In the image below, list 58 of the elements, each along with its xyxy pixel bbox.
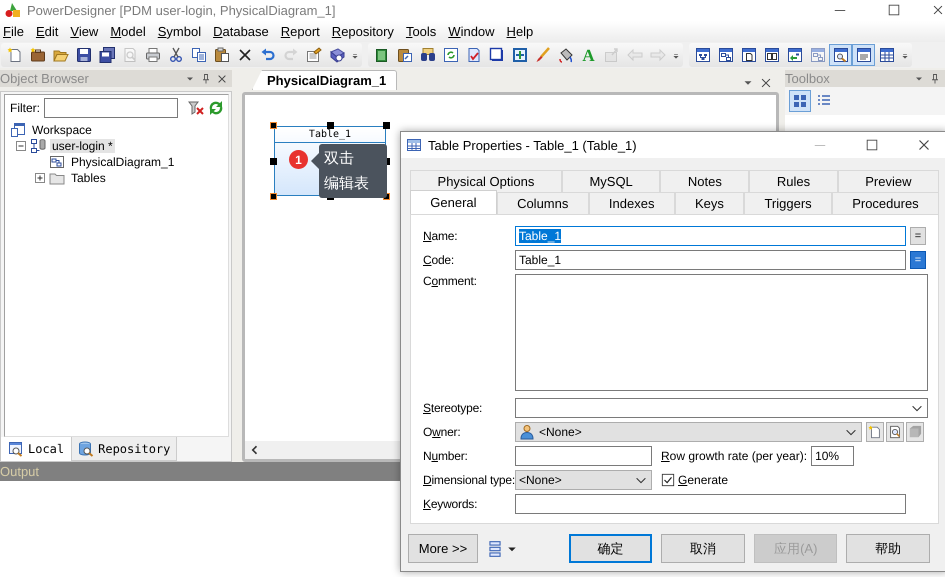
menu-item[interactable]: View	[67, 24, 104, 38]
menu-item[interactable]: Repository	[328, 24, 400, 38]
dialog-tab[interactable]: Keys	[674, 192, 744, 214]
dialog-tab[interactable]: Rules	[749, 170, 838, 192]
field-label: Name:	[423, 229, 458, 243]
field-label: Owner:	[423, 425, 462, 439]
menu-item[interactable]: Database	[210, 24, 275, 38]
dialog-tab[interactable]: Preview	[838, 170, 940, 192]
menu-item[interactable]: Report	[278, 24, 326, 38]
field-label: Dimensional type:	[423, 473, 515, 487]
tree-item[interactable]: Tables	[69, 171, 108, 185]
dialog-tab[interactable]: Triggers	[744, 192, 832, 214]
dialog-tab[interactable]: Indexes	[588, 192, 675, 214]
sync-button[interactable]: =	[910, 227, 926, 245]
dialog-button[interactable]: 帮助	[846, 534, 930, 563]
dialog-tab[interactable]: General	[410, 190, 497, 214]
menu-item[interactable]: Help	[504, 24, 540, 38]
checkbox-label[interactable]: Generate	[678, 473, 728, 487]
more-button[interactable]: More >>	[408, 534, 478, 563]
menu-item[interactable]: Symbol	[154, 24, 208, 38]
tree-item[interactable]: PhysicalDiagram_1	[69, 155, 176, 169]
filter-label: Filter:	[10, 101, 40, 115]
panel-tab[interactable]: Local	[1, 437, 72, 461]
text-field[interactable]: Table_1	[515, 226, 906, 246]
field-label: Row growth rate (per year):	[661, 449, 808, 463]
field-label: Stereotype:	[423, 401, 484, 415]
dialog-tab[interactable]: Notes	[660, 170, 750, 192]
window-title: PowerDesigner [PDM user-login, PhysicalDiagram_1]	[27, 2, 336, 18]
tree-item[interactable]: user-login *	[50, 139, 115, 153]
growth-rate-field[interactable]: 10%	[811, 446, 854, 466]
diagram-tab[interactable]: PhysicalDiagram_1	[252, 70, 398, 90]
panel-title: Output	[0, 464, 40, 479]
field-label: Code:	[423, 253, 456, 267]
dialog-button[interactable]: 取消	[661, 534, 745, 563]
menu-item[interactable]: Edit	[32, 24, 64, 38]
sync-button[interactable]: =	[910, 251, 926, 269]
dropdown[interactable]: <None>	[515, 470, 652, 490]
tooltip-text: 编辑表	[324, 174, 369, 194]
dropdown[interactable]: <None>	[515, 422, 862, 442]
dialog-tab[interactable]: Procedures	[832, 192, 939, 214]
dialog-button[interactable]: 确定	[568, 534, 652, 563]
tooltip-text: 双击	[324, 149, 354, 169]
menu-item[interactable]: File	[0, 24, 30, 38]
panel-title: Toolbox	[785, 71, 831, 86]
panel-tab[interactable]: Repository	[71, 437, 178, 461]
menu-item[interactable]: Window	[445, 24, 501, 38]
panel-title: Object Browser	[0, 71, 90, 86]
dialog-tab[interactable]: MySQL	[562, 170, 660, 192]
dialog-tab[interactable]: Columns	[496, 192, 589, 214]
menu-item[interactable]: Model	[107, 24, 152, 38]
dialog-title: Table Properties - Table_1 (Table_1)	[428, 138, 638, 152]
field-label: Keywords:	[423, 497, 478, 511]
menu-item[interactable]: Tools	[402, 24, 442, 38]
field-label: Comment:	[423, 274, 478, 288]
text-field[interactable]: Table_1	[515, 250, 906, 270]
dialog-tab[interactable]: Physical Options	[410, 170, 562, 192]
tree-item[interactable]: Workspace	[30, 123, 94, 137]
field-label: Number:	[423, 449, 469, 463]
